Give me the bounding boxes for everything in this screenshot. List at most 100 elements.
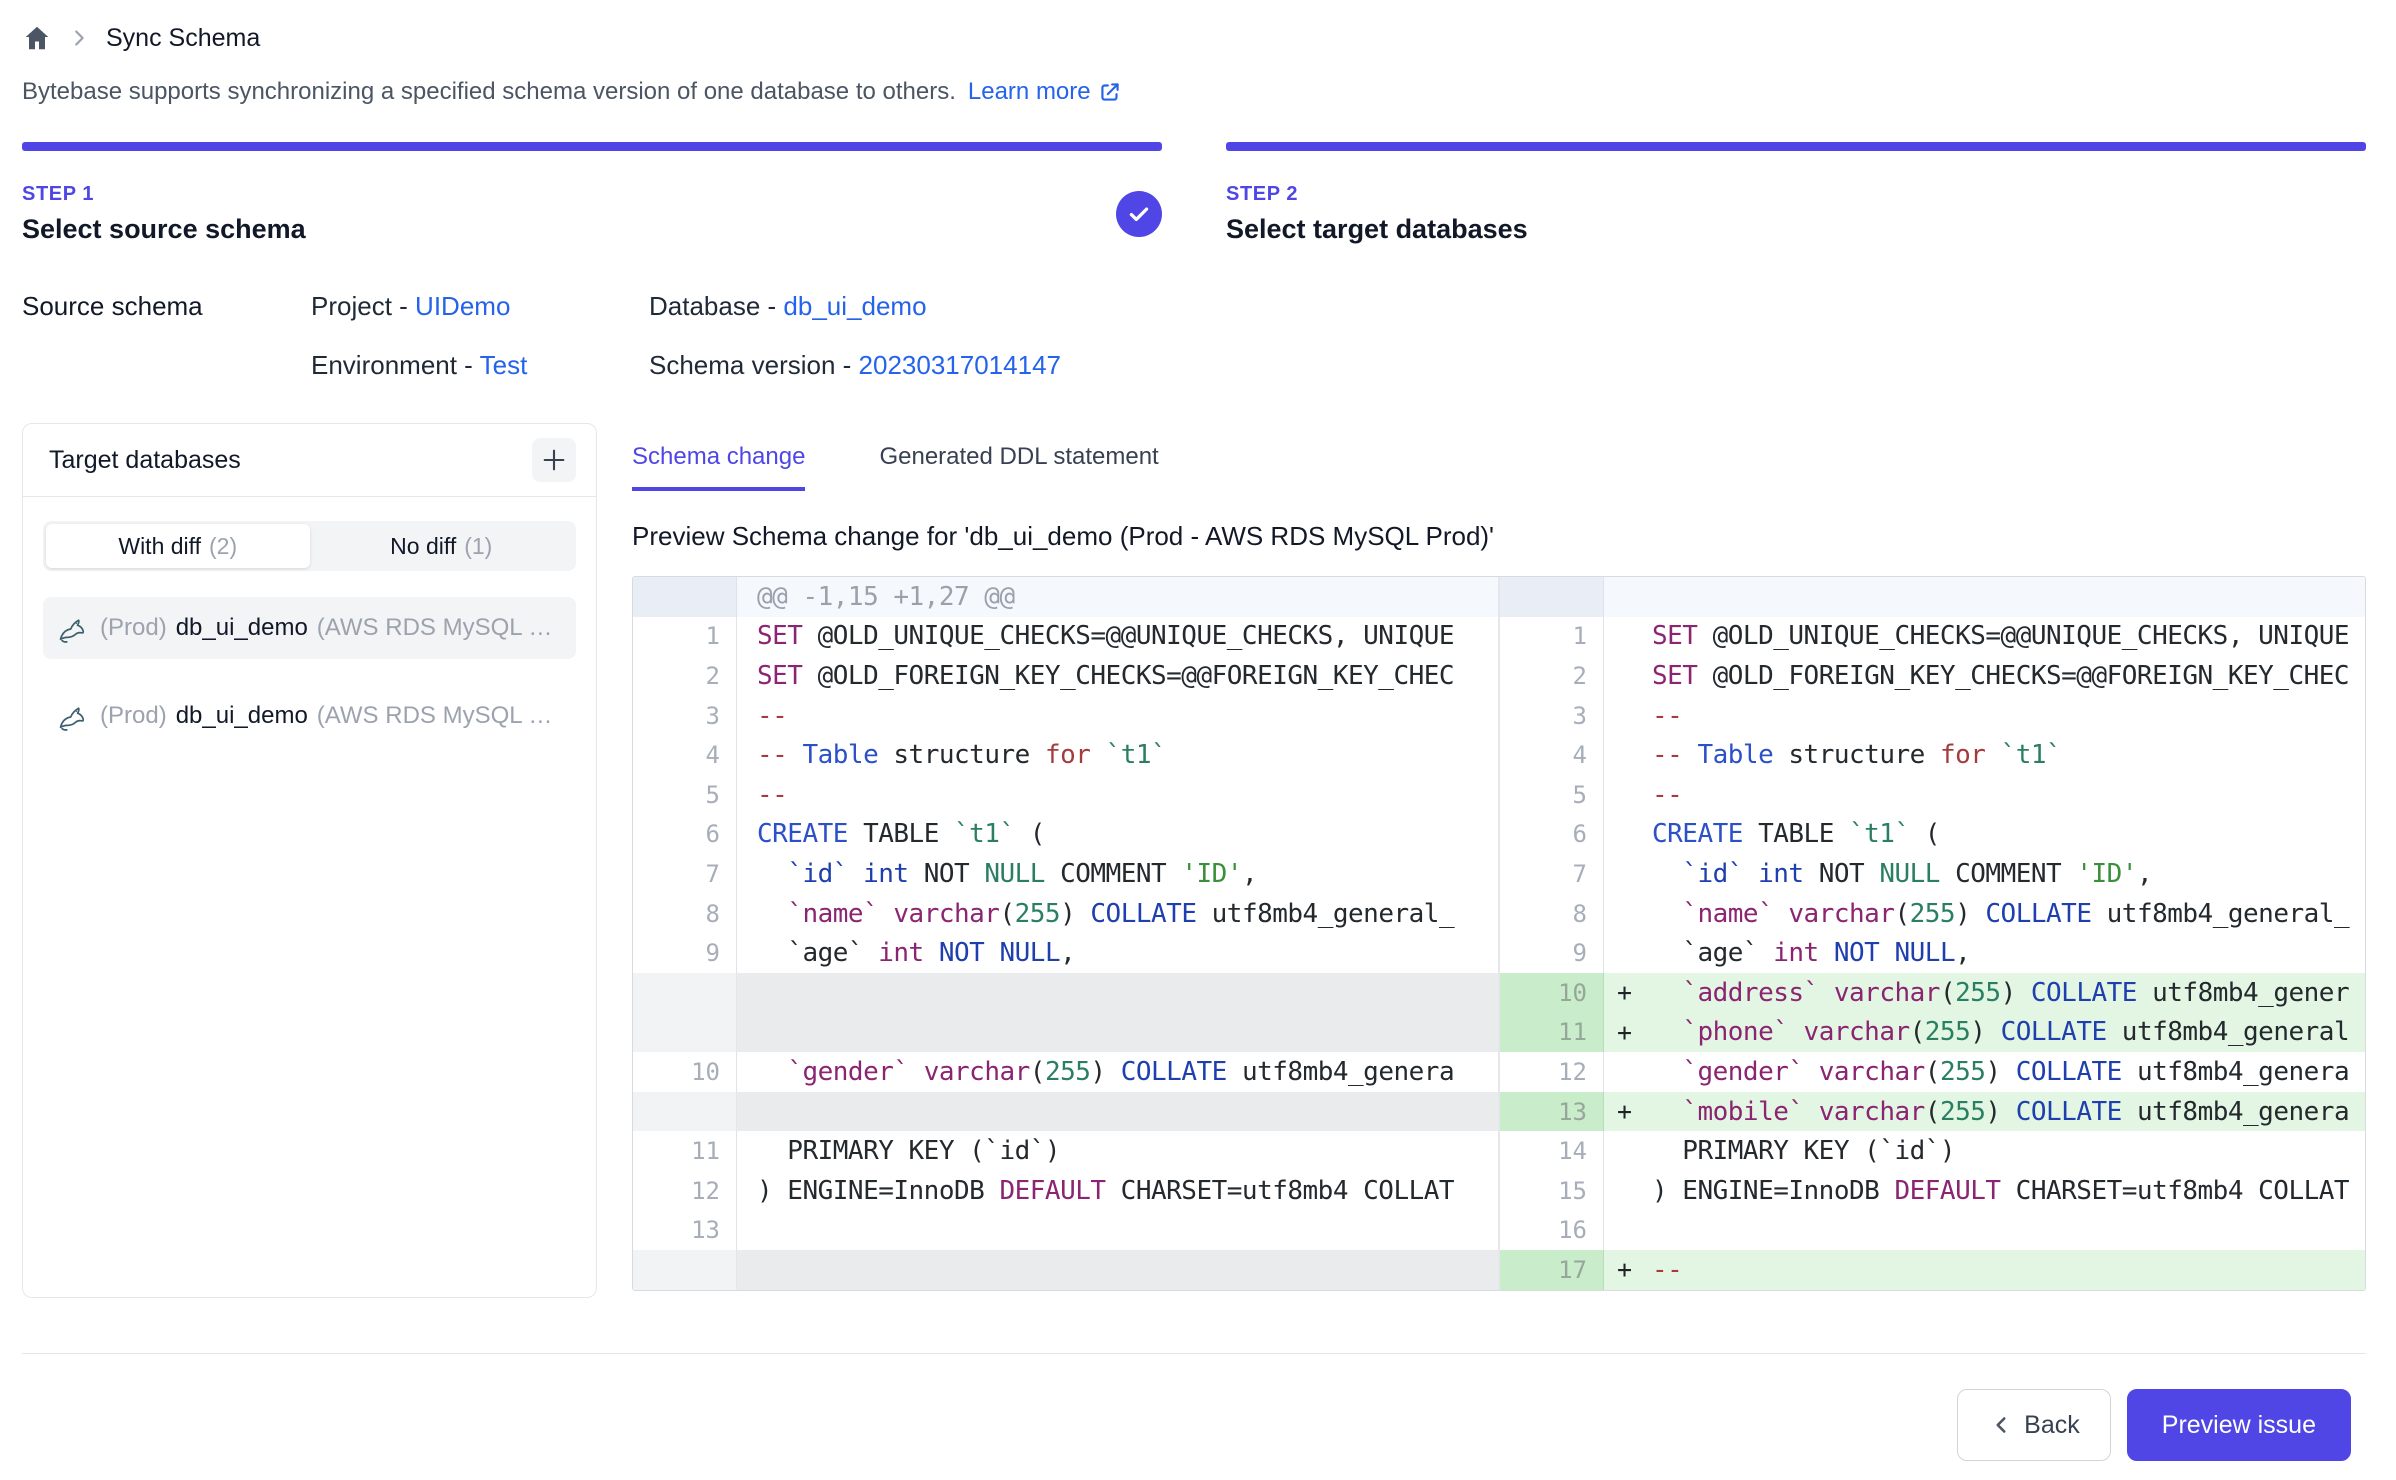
environment-link[interactable]: Test bbox=[480, 350, 528, 380]
step-2-progress-bar bbox=[1226, 142, 2366, 151]
diff-row: 9 `age` int NOT NULL, bbox=[1500, 933, 2365, 973]
line-number: 10 bbox=[1500, 973, 1604, 1013]
code-line: `id` int NOT NULL COMMENT 'ID', bbox=[757, 854, 1498, 894]
diff-marker bbox=[737, 973, 757, 1013]
target-database-item[interactable]: (Prod)db_ui_demo(AWS RDS MySQL Prod) bbox=[43, 597, 576, 659]
instance-name: (AWS RDS MySQL Prod) bbox=[317, 614, 562, 642]
step-2: STEP 2 Select target databases bbox=[1226, 142, 2366, 245]
code-line: ) ENGINE=InnoDB DEFAULT CHARSET=utf8mb4 … bbox=[757, 1171, 1498, 1211]
code-line bbox=[757, 1092, 1498, 1132]
line-number: 3 bbox=[1500, 696, 1604, 736]
line-number: 4 bbox=[633, 735, 737, 775]
tab-schema-change[interactable]: Schema change bbox=[632, 443, 805, 491]
code-line: -- bbox=[1652, 696, 2365, 736]
line-number: 3 bbox=[633, 696, 737, 736]
preview-issue-button[interactable]: Preview issue bbox=[2127, 1389, 2351, 1461]
description-text: Bytebase supports synchronizing a specif… bbox=[22, 78, 956, 106]
code-line: `gender` varchar(255) COLLATE utf8mb4_ge… bbox=[1652, 1052, 2365, 1092]
diff-row: 12 ) ENGINE=InnoDB DEFAULT CHARSET=utf8mb… bbox=[633, 1171, 1498, 1211]
diff-marker: + bbox=[1604, 1250, 1652, 1290]
diff-row: 2 SET @OLD_FOREIGN_KEY_CHECKS=@@FOREIGN_K… bbox=[633, 656, 1498, 696]
diff-row: 15) ENGINE=InnoDB DEFAULT CHARSET=utf8mb… bbox=[1500, 1171, 2365, 1211]
diff-marker bbox=[1604, 656, 1652, 696]
code-line bbox=[1652, 577, 2365, 617]
diff-row bbox=[1500, 577, 2365, 617]
check-icon bbox=[1126, 201, 1152, 227]
page-description: Bytebase supports synchronizing a specif… bbox=[22, 78, 2366, 106]
back-button[interactable]: Back bbox=[1957, 1389, 2111, 1461]
diff-marker bbox=[737, 1250, 757, 1290]
diff-marker bbox=[1604, 1211, 1652, 1251]
code-line bbox=[757, 1211, 1498, 1251]
target-database-item[interactable]: (Prod)db_ui_demo(AWS RDS MySQL Prod) bbox=[43, 685, 576, 747]
diff-marker bbox=[737, 1131, 757, 1171]
line-number: 2 bbox=[633, 656, 737, 696]
diff-marker bbox=[737, 894, 757, 934]
learn-more-link[interactable]: Learn more bbox=[968, 78, 1123, 106]
diff-marker bbox=[737, 617, 757, 657]
step-1-completed-badge bbox=[1116, 191, 1162, 237]
diff-row: 11+ `phone` varchar(255) COLLATE utf8mb4… bbox=[1500, 1013, 2365, 1053]
add-target-database-button[interactable] bbox=[532, 438, 576, 482]
diff-row: 1SET @OLD_UNIQUE_CHECKS=@@UNIQUE_CHECKS,… bbox=[633, 617, 1498, 657]
code-line: SET @OLD_FOREIGN_KEY_CHECKS=@@FOREIGN_KE… bbox=[757, 656, 1498, 696]
source-schema-label: Source schema bbox=[22, 291, 311, 322]
diff-marker bbox=[1604, 854, 1652, 894]
code-line: -- Table structure for `t1` bbox=[757, 735, 1498, 775]
diff-marker bbox=[737, 933, 757, 973]
diff-left-pane[interactable]: @@ -1,15 +1,27 @@1SET @OLD_UNIQUE_CHECKS… bbox=[633, 577, 1498, 1290]
schema-version-link[interactable]: 20230317014147 bbox=[859, 350, 1061, 380]
diff-row: 11 PRIMARY KEY (`id`) bbox=[633, 1131, 1498, 1171]
preview-area: Schema change Generated DDL statement Pr… bbox=[632, 423, 2366, 1298]
database-link[interactable]: db_ui_demo bbox=[783, 291, 926, 321]
diff-right-pane[interactable]: 1SET @OLD_UNIQUE_CHECKS=@@UNIQUE_CHECKS,… bbox=[1498, 577, 2365, 1290]
diff-marker bbox=[737, 1013, 757, 1053]
preview-tabs: Schema change Generated DDL statement bbox=[632, 443, 2366, 491]
diff-marker bbox=[737, 1092, 757, 1132]
project-link[interactable]: UIDemo bbox=[415, 291, 510, 321]
diff-marker bbox=[1604, 1171, 1652, 1211]
line-number: 13 bbox=[1500, 1092, 1604, 1132]
diff-row: 13+ `mobile` varchar(255) COLLATE utf8mb… bbox=[1500, 1092, 2365, 1132]
tab-no-diff[interactable]: No diff(1) bbox=[310, 524, 574, 568]
page-title: Sync Schema bbox=[106, 24, 260, 53]
line-number: 7 bbox=[1500, 854, 1604, 894]
source-project-field: Project - UIDemo bbox=[311, 291, 649, 322]
database-name: db_ui_demo bbox=[176, 702, 308, 730]
line-number: 13 bbox=[633, 1211, 737, 1251]
line-number: 12 bbox=[633, 1171, 737, 1211]
source-database-field: Database - db_ui_demo bbox=[649, 291, 2366, 322]
diff-marker bbox=[1604, 735, 1652, 775]
diff-row: 13 bbox=[633, 1211, 1498, 1251]
plus-icon bbox=[540, 446, 568, 474]
diff-marker bbox=[737, 735, 757, 775]
diff-marker bbox=[1604, 696, 1652, 736]
breadcrumb: Sync Schema bbox=[22, 20, 2366, 56]
diff-row: @@ -1,15 +1,27 @@ bbox=[633, 577, 1498, 617]
diff-marker bbox=[737, 577, 757, 617]
home-icon[interactable] bbox=[22, 23, 52, 53]
diff-marker: + bbox=[1604, 1013, 1652, 1053]
code-line: CREATE TABLE `t1` ( bbox=[757, 815, 1498, 855]
stepper: STEP 1 Select source schema STEP 2 Selec… bbox=[22, 142, 2366, 245]
line-number: 4 bbox=[1500, 735, 1604, 775]
step-1-title: Select source schema bbox=[22, 214, 306, 245]
tab-with-diff[interactable]: With diff(2) bbox=[46, 524, 310, 568]
code-line: `age` int NOT NULL, bbox=[757, 933, 1498, 973]
line-number: 15 bbox=[1500, 1171, 1604, 1211]
diff-row: 10 `gender` varchar(255) COLLATE utf8mb4… bbox=[633, 1052, 1498, 1092]
code-line: PRIMARY KEY (`id`) bbox=[757, 1131, 1498, 1171]
line-number bbox=[633, 973, 737, 1013]
line-number: 6 bbox=[633, 815, 737, 855]
code-line: -- bbox=[1652, 1250, 2365, 1290]
instance-name: (AWS RDS MySQL Prod) bbox=[317, 702, 562, 730]
environment-tag: (Prod) bbox=[100, 614, 167, 642]
code-line: -- bbox=[757, 775, 1498, 815]
line-number: 10 bbox=[633, 1052, 737, 1092]
step-1-label: STEP 1 bbox=[22, 183, 306, 206]
diff-marker bbox=[737, 1211, 757, 1251]
tab-generated-ddl[interactable]: Generated DDL statement bbox=[879, 443, 1158, 491]
diff-marker bbox=[1604, 894, 1652, 934]
line-number: 9 bbox=[1500, 933, 1604, 973]
line-number: 5 bbox=[633, 775, 737, 815]
